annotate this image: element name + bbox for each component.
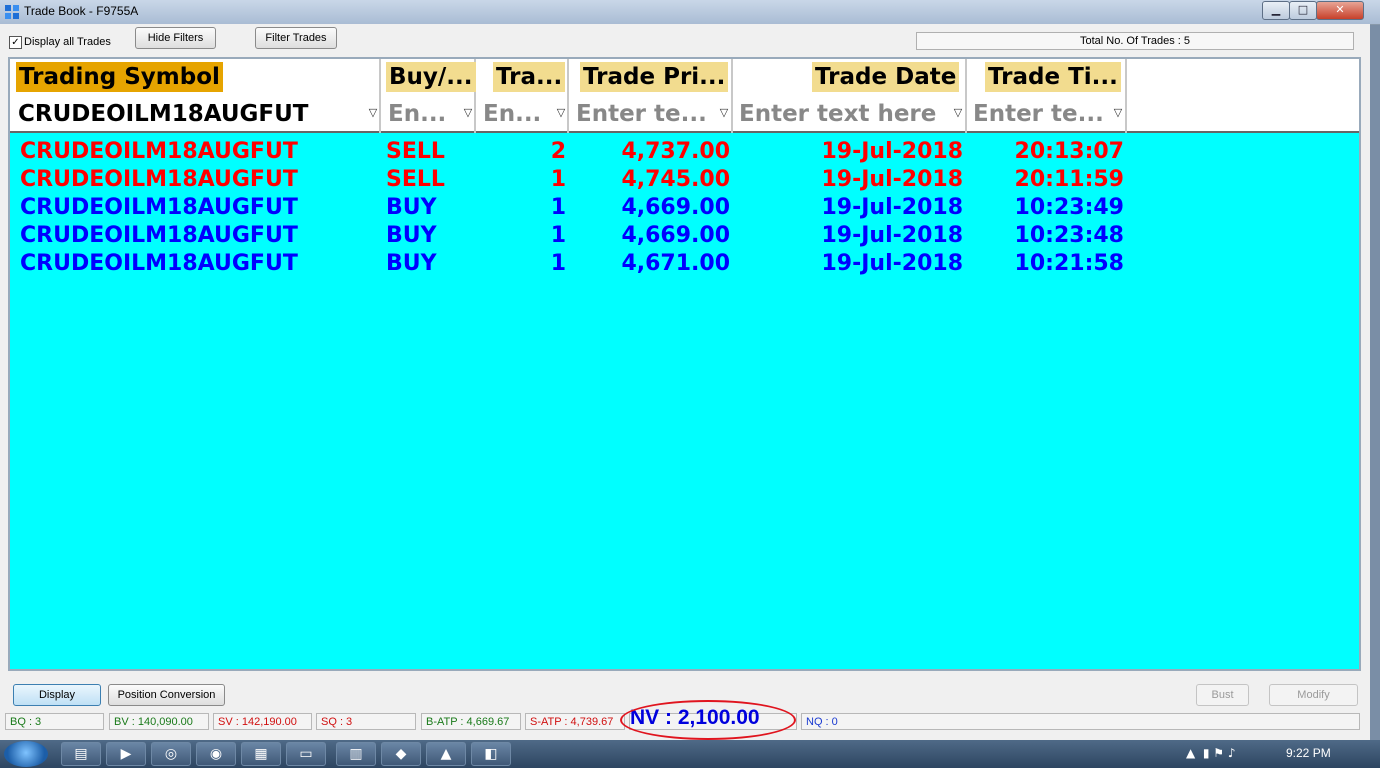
cell-qty: 1 bbox=[550, 251, 566, 276]
cell-side: SELL bbox=[386, 139, 445, 164]
status-bv: BV : 140,090.00 bbox=[109, 713, 209, 730]
filter-time-input[interactable]: Enter te... bbox=[973, 99, 1104, 129]
app-icon bbox=[4, 4, 20, 20]
media-player-icon[interactable]: ▶ bbox=[106, 742, 146, 766]
cell-qty: 1 bbox=[550, 195, 566, 220]
cell-time: 20:13:07 bbox=[1014, 139, 1124, 164]
modify-button[interactable]: Modify bbox=[1269, 684, 1358, 706]
cell-symbol: CRUDEOILM18AUGFUT bbox=[20, 223, 298, 248]
cell-date: 19-Jul-2018 bbox=[821, 223, 964, 248]
col-header-time-label: Trade Ti... bbox=[985, 62, 1121, 92]
tray-up-icon[interactable]: ▲ bbox=[1186, 746, 1195, 760]
calculator-icon[interactable]: ▥ bbox=[336, 742, 376, 766]
lifebuoy-icon[interactable]: ◎ bbox=[151, 742, 191, 766]
cell-symbol: CRUDEOILM18AUGFUT bbox=[20, 139, 298, 164]
cell-price: 4,669.00 bbox=[621, 195, 730, 220]
cell-time: 10:23:49 bbox=[1014, 195, 1124, 220]
cell-time: 10:21:58 bbox=[1014, 251, 1124, 276]
cell-date: 19-Jul-2018 bbox=[821, 195, 964, 220]
cell-price: 4,669.00 bbox=[621, 223, 730, 248]
cell-qty: 2 bbox=[550, 139, 566, 164]
col-header-side-label: Buy/... bbox=[386, 62, 476, 92]
cell-date: 19-Jul-2018 bbox=[821, 139, 964, 164]
display-all-label: Display all Trades bbox=[24, 36, 111, 48]
display-button[interactable]: Display bbox=[13, 684, 101, 706]
cell-symbol: CRUDEOILM18AUGFUT bbox=[20, 195, 298, 220]
total-trades-count: Total No. Of Trades : 5 bbox=[916, 32, 1354, 50]
position-conversion-button[interactable]: Position Conversion bbox=[108, 684, 225, 706]
close-button[interactable]: ✕ bbox=[1316, 1, 1364, 20]
status-batp: B-ATP : 4,669.67 bbox=[421, 713, 521, 730]
status-nq: NQ : 0 bbox=[801, 713, 1360, 730]
funnel-icon[interactable]: ▽ bbox=[1112, 104, 1124, 122]
filter-date-input[interactable]: Enter text here bbox=[739, 99, 936, 129]
cell-date: 19-Jul-2018 bbox=[821, 167, 964, 192]
cell-price: 4,671.00 bbox=[621, 251, 730, 276]
filter-symbol-input[interactable]: CRUDEOILM18AUGFUT bbox=[18, 99, 308, 129]
trading-app-icon[interactable]: ◧ bbox=[471, 742, 511, 766]
filter-price-input[interactable]: Enter te... bbox=[576, 99, 707, 129]
bust-button[interactable]: Bust bbox=[1196, 684, 1249, 706]
funnel-icon[interactable]: ▽ bbox=[462, 104, 474, 122]
cell-symbol: CRUDEOILM18AUGFUT bbox=[20, 251, 298, 276]
tray-icons[interactable]: ▲ ▮ ⚑ ♪ bbox=[1186, 746, 1236, 760]
cell-time: 10:23:48 bbox=[1014, 223, 1124, 248]
cell-side: SELL bbox=[386, 167, 445, 192]
col-header-price-label: Trade Pri... bbox=[580, 62, 729, 92]
maximize-button[interactable]: □ bbox=[1289, 1, 1317, 20]
chart-app-icon[interactable]: ◆ bbox=[381, 742, 421, 766]
cell-side: BUY bbox=[386, 195, 437, 220]
clock[interactable]: 9:22 PM bbox=[1286, 746, 1331, 760]
minimize-button[interactable]: ▁ bbox=[1262, 1, 1290, 20]
excel-icon[interactable]: ▦ bbox=[241, 742, 281, 766]
funnel-icon[interactable]: ▽ bbox=[555, 104, 567, 122]
cell-qty: 1 bbox=[550, 223, 566, 248]
cell-price: 4,745.00 bbox=[621, 167, 730, 192]
cell-side: BUY bbox=[386, 223, 437, 248]
status-satp: S-ATP : 4,739.67 bbox=[525, 713, 625, 730]
funnel-icon[interactable]: ▽ bbox=[718, 104, 730, 122]
window-title: Trade Book - F9755A bbox=[24, 4, 139, 18]
display-all-checkbox[interactable]: ✓ bbox=[9, 36, 22, 49]
highlight-circle bbox=[620, 700, 796, 740]
status-sq: SQ : 3 bbox=[316, 713, 416, 730]
col-header-symbol-label: Trading Symbol bbox=[16, 62, 223, 92]
title-bar bbox=[0, 0, 1380, 25]
cell-price: 4,737.00 bbox=[621, 139, 730, 164]
col-header-qty-label: Tra... bbox=[493, 62, 566, 92]
cell-symbol: CRUDEOILM18AUGFUT bbox=[20, 167, 298, 192]
chrome-icon[interactable]: ◉ bbox=[196, 742, 236, 766]
filter-side-input[interactable]: En... bbox=[388, 99, 446, 129]
status-sv: SV : 142,190.00 bbox=[213, 713, 312, 730]
filter-qty-input[interactable]: En... bbox=[483, 99, 541, 129]
cell-time: 20:11:59 bbox=[1014, 167, 1124, 192]
hide-filters-button[interactable]: Hide Filters bbox=[135, 27, 216, 49]
funnel-icon[interactable]: ▽ bbox=[367, 104, 379, 122]
filter-trades-button[interactable]: Filter Trades bbox=[255, 27, 337, 49]
cell-date: 19-Jul-2018 bbox=[821, 251, 964, 276]
funnel-icon[interactable]: ▽ bbox=[952, 104, 964, 122]
explorer-icon[interactable]: ▤ bbox=[61, 742, 101, 766]
col-header-date-label: Trade Date bbox=[812, 62, 960, 92]
cell-qty: 1 bbox=[550, 167, 566, 192]
triangle-app-icon[interactable]: ▲ bbox=[426, 742, 466, 766]
cell-side: BUY bbox=[386, 251, 437, 276]
start-button[interactable] bbox=[4, 741, 48, 767]
status-bq: BQ : 3 bbox=[5, 713, 104, 730]
window-icon[interactable]: ▭ bbox=[286, 742, 326, 766]
